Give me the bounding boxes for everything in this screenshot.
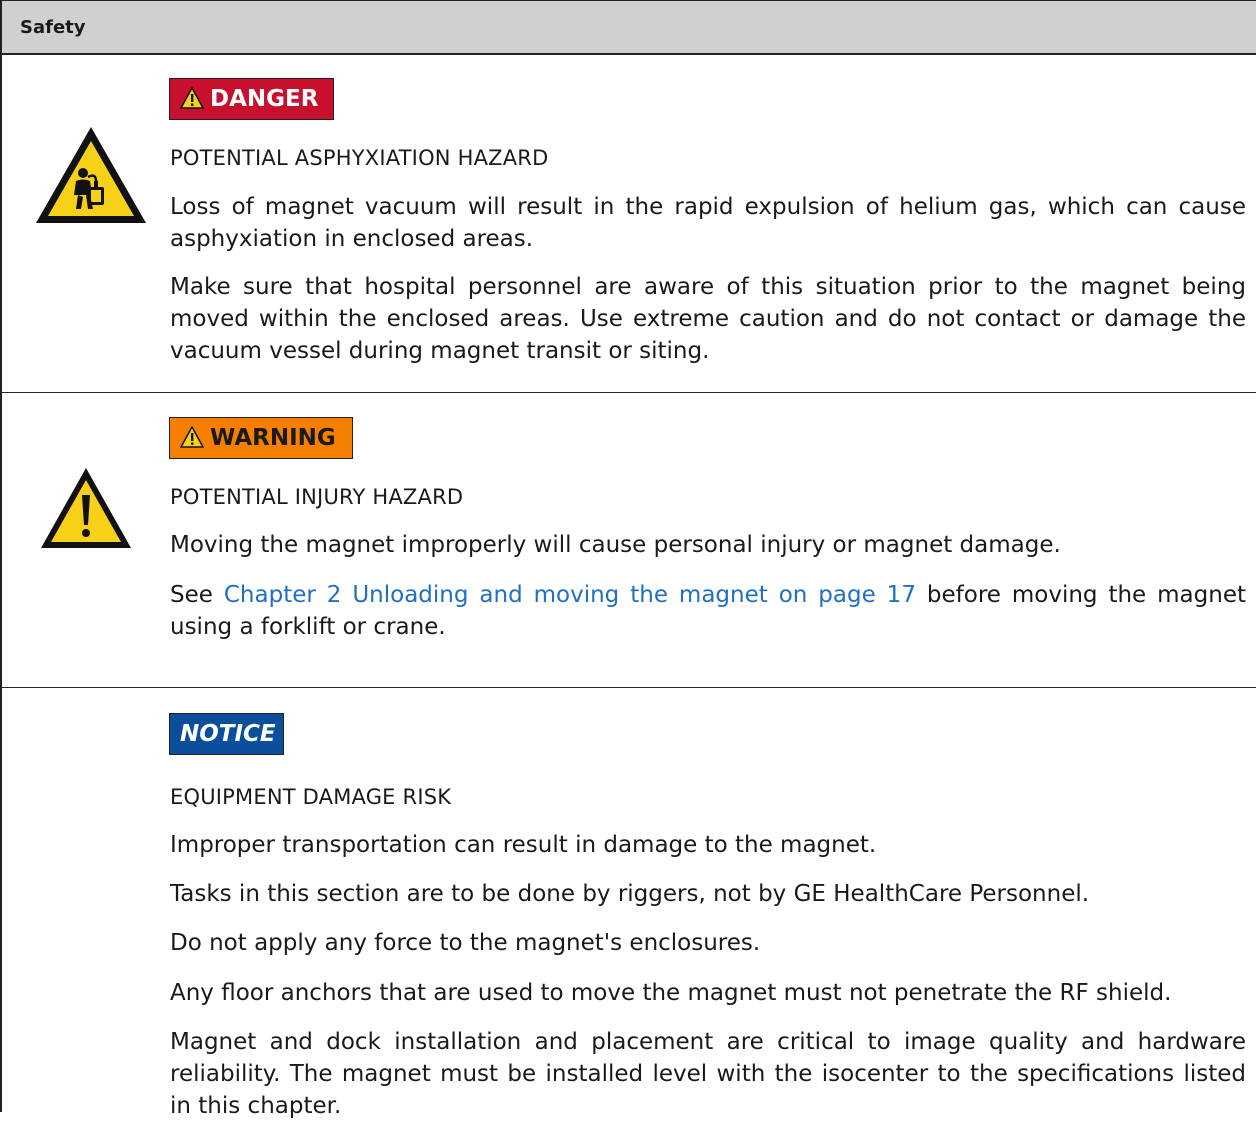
warning-paragraph-2: See Chapter 2 Unloading and moving the m… xyxy=(170,579,1246,643)
safety-table: Safety DANGER POTENTIAL ASPHYXIATION HAZ… xyxy=(0,0,1256,1119)
notice-badge-label: NOTICE xyxy=(180,721,276,747)
warning-badge-label: WARNING xyxy=(210,425,336,451)
chapter-2-link[interactable]: Chapter 2 Unloading and moving the magne… xyxy=(224,582,916,608)
notice-badge: NOTICE xyxy=(169,713,284,755)
notice-paragraph-3: Do not apply any force to the magnet's e… xyxy=(170,930,761,956)
danger-badge: DANGER xyxy=(169,78,334,120)
notice-section: NOTICE EQUIPMENT DAMAGE RISK Improper tr… xyxy=(2,688,1256,1119)
danger-section: DANGER POTENTIAL ASPHYXIATION HAZARD Los… xyxy=(2,55,1256,393)
warning-paragraph-1: Moving the magnet improperly will cause … xyxy=(170,532,1061,558)
notice-hazard-title: EQUIPMENT DAMAGE RISK xyxy=(170,785,452,809)
warning-badge: WARNING xyxy=(169,417,353,459)
warning-paragraph-2-prefix: See xyxy=(170,582,224,608)
notice-paragraph-2: Tasks in this section are to be done by … xyxy=(170,881,1090,907)
danger-hazard-title: POTENTIAL ASPHYXIATION HAZARD xyxy=(170,146,549,170)
table-header-title: Safety xyxy=(20,17,86,38)
general-warning-icon xyxy=(41,468,131,548)
warning-triangle-icon xyxy=(180,426,204,448)
notice-paragraph-5: Magnet and dock installation and placeme… xyxy=(170,1029,1246,1119)
asphyxiation-hazard-icon xyxy=(36,127,146,223)
table-header: Safety xyxy=(2,0,1256,55)
danger-badge-label: DANGER xyxy=(210,86,319,112)
danger-paragraph-2: Make sure that hospital personnel are aw… xyxy=(170,274,1246,364)
warning-triangle-icon xyxy=(180,87,204,109)
notice-paragraph-4: Any floor anchors that are used to move … xyxy=(170,980,1172,1006)
notice-paragraph-1: Improper transportation can result in da… xyxy=(170,832,877,858)
warning-hazard-title: POTENTIAL INJURY HAZARD xyxy=(170,485,464,509)
warning-section: WARNING POTENTIAL INJURY HAZARD Moving t… xyxy=(2,393,1256,688)
danger-paragraph-1: Loss of magnet vacuum will result in the… xyxy=(170,194,1246,252)
